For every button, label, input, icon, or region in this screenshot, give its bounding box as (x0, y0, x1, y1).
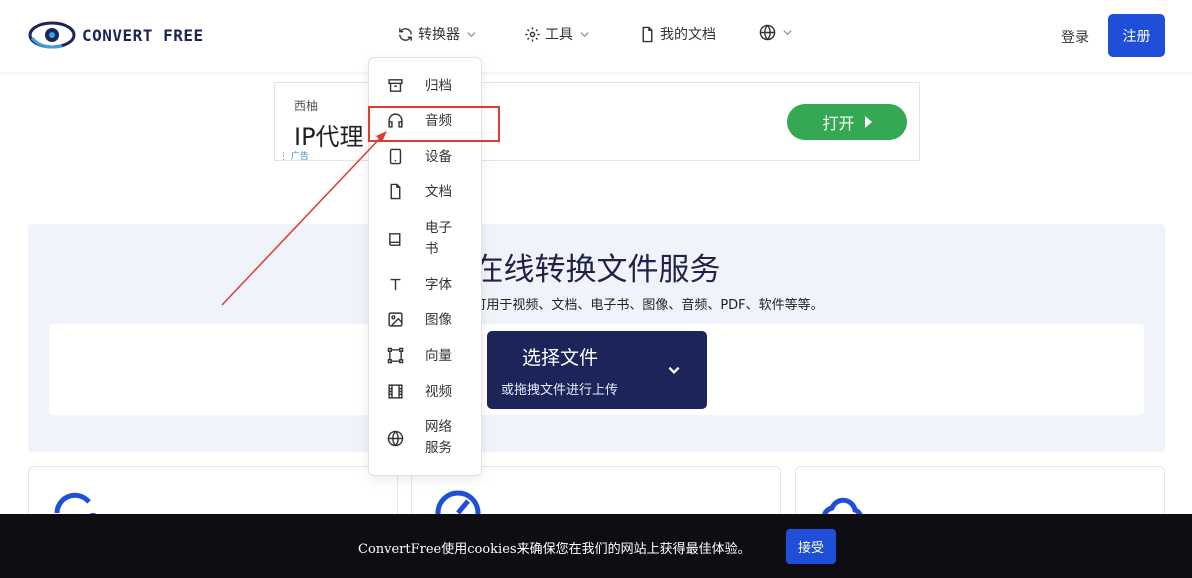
dropdown-item-label: 向量 (425, 348, 452, 364)
nav-converter[interactable]: 转换器 (397, 24, 477, 44)
image-icon (388, 312, 403, 327)
document-icon (642, 26, 653, 42)
play-icon (864, 116, 872, 128)
ad-brand: 西柚 (294, 99, 319, 113)
nav-my-docs[interactable]: 我的文档 (639, 24, 716, 44)
dropdown-item-label: 图像 (425, 312, 452, 328)
hero-title: 在线转换文件服务 (472, 252, 721, 288)
archive-icon (388, 79, 403, 92)
dropdown-item-document[interactable]: 文档 (369, 182, 483, 202)
film-icon (388, 384, 403, 399)
dropdown-item-label: 网络服务 (425, 419, 452, 456)
hero-subtitle: 让用户找到…器，可用于视频、文档、电子书、图像、音频、PDF、软件等等。 (369, 298, 824, 313)
hero-section: 在线转换文件服务 让用户找到…器，可用于视频、文档、电子书、图像、音频、PDF、… (28, 224, 1165, 452)
chevron-down-icon (580, 31, 589, 37)
document-icon (390, 183, 401, 200)
nav-tools-label: 工具 (545, 27, 573, 43)
refresh-icon (399, 27, 412, 41)
ad-label-text: 广告 (290, 152, 309, 162)
dropdown-item-label: 文档 (425, 184, 452, 200)
nav-tools[interactable]: 工具 (524, 24, 590, 44)
dropdown-item-ebook[interactable]: 电子书 (369, 218, 483, 262)
site-header: CONVERT FREE 转换器 工具 我的文档 登录 注册 (0, 0, 1192, 72)
cookie-text: ConvertFree使用cookies来确保您在我们的网站上获得最佳体验。 (358, 542, 751, 557)
dropdown-item-label: 设备 (425, 149, 452, 165)
choose-file-title: 选择文件 (522, 347, 599, 369)
ad-open-label: 打开 (822, 114, 855, 133)
gear-icon (525, 26, 540, 42)
dropdown-item-label: 视频 (425, 384, 452, 400)
dropdown-item-device[interactable]: 设备 (369, 147, 483, 167)
nav-my-docs-label: 我的文档 (660, 27, 716, 43)
accept-cookies-button[interactable]: 接受 (786, 529, 836, 564)
dropdown-item-font[interactable]: 字体 (369, 275, 483, 295)
dropdown-item-label: 电子书 (425, 220, 452, 257)
chevron-down-icon (783, 30, 792, 36)
choose-file-subtitle: 或拖拽文件进行上传 (501, 383, 619, 398)
chevron-down-icon (467, 31, 476, 37)
chevron-down-icon[interactable] (667, 363, 681, 377)
dropdown-item-label: 字体 (425, 277, 452, 293)
logo-text: CONVERT FREE (82, 25, 204, 45)
login-link[interactable]: 登录 (1061, 27, 1089, 47)
globe-icon (387, 430, 404, 447)
font-icon (390, 278, 401, 291)
ad-open-button[interactable]: 打开 (787, 104, 907, 140)
dropdown-item-image[interactable]: 图像 (369, 310, 483, 330)
dropdown-item-label: 归档 (425, 78, 452, 94)
ad-label: ⋮ 广告 (279, 152, 309, 162)
tablet-icon (389, 148, 402, 165)
dropdown-item-video[interactable]: 视频 (369, 382, 483, 402)
dropdown-item-archive[interactable]: 归档 (369, 76, 483, 96)
cookie-banner: ConvertFree使用cookies来确保您在我们的网站上获得最佳体验。 接… (0, 514, 1192, 578)
logo-eye-icon (28, 21, 76, 49)
globe-icon (759, 24, 776, 41)
nav-converter-label: 转换器 (418, 27, 460, 43)
book-icon (389, 233, 401, 246)
dropdown-item-web-service[interactable]: 网络服务 (369, 417, 483, 461)
ad-title: IP代理 (294, 123, 364, 151)
dropdown-item-vector[interactable]: 向量 (369, 346, 483, 366)
choose-file-button[interactable]: 选择文件 或拖拽文件进行上传 (487, 331, 707, 409)
vector-icon (387, 347, 404, 364)
register-button[interactable]: 注册 (1108, 14, 1165, 57)
nav-language[interactable] (759, 24, 793, 41)
highlight-box-audio (368, 106, 500, 142)
site-logo[interactable]: CONVERT FREE (28, 18, 204, 52)
